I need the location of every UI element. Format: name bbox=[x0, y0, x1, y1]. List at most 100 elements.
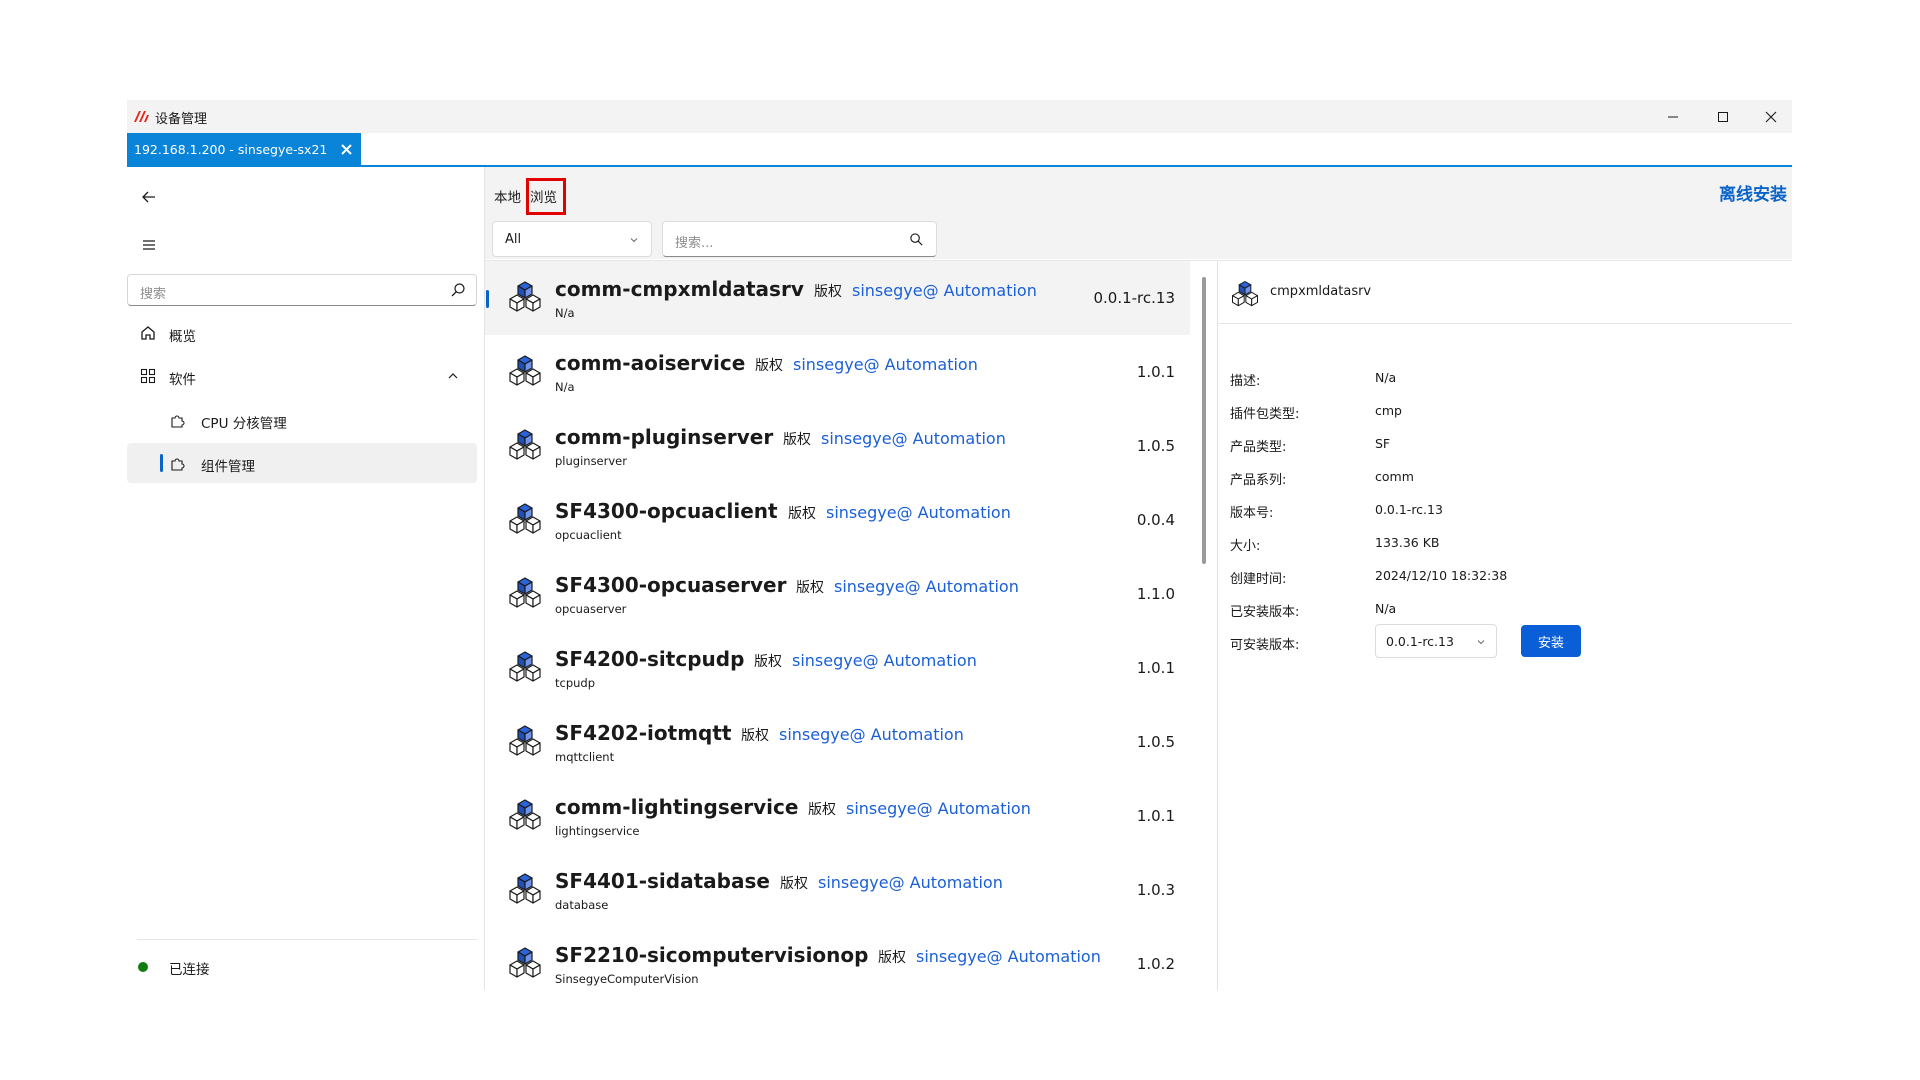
connection-status-dot bbox=[138, 962, 148, 972]
detail-value: SF bbox=[1375, 436, 1391, 451]
package-name: SF4202-iotmqtt bbox=[555, 721, 732, 745]
connection-tab[interactable]: 192.168.1.200 - sinsegye-sx21 bbox=[127, 133, 361, 166]
package-rights: 版权 bbox=[754, 654, 782, 670]
package-row[interactable]: SF4401-sidatabase 版权 sinsegye@ Automation d… bbox=[485, 853, 1190, 927]
package-rights: 版权 bbox=[780, 876, 808, 892]
category-filter-value: All bbox=[505, 232, 522, 247]
package-row[interactable]: SF2210-sicomputervisionop 版权 sinsegye@ Aut… bbox=[485, 927, 1190, 990]
package-name: comm-pluginserver bbox=[555, 425, 774, 449]
package-row[interactable]: SF4300-opcuaclient 版权 sinsegye@ Automation… bbox=[485, 483, 1190, 557]
sidebar-item-software[interactable]: 软件 bbox=[127, 356, 479, 396]
package-meta: 版权 sinsegye@ Automation bbox=[755, 355, 978, 375]
package-author-link[interactable]: sinsegye@ Automation bbox=[852, 281, 1037, 300]
puzzle-icon bbox=[171, 415, 185, 428]
detail-value: N/a bbox=[1375, 601, 1397, 616]
package-row[interactable]: SF4200-sitcpudp 版权 sinsegye@ Automation tcp… bbox=[485, 631, 1190, 705]
maximize-button[interactable] bbox=[1699, 100, 1747, 133]
detail-row-plugin-type: 插件包类型: cmp bbox=[1218, 399, 1792, 423]
package-cubes-icon bbox=[509, 281, 541, 312]
package-rights: 版权 bbox=[796, 580, 824, 596]
hamburger-menu-icon[interactable] bbox=[139, 235, 159, 255]
detail-row-installed-version: 已安装版本: N/a bbox=[1218, 597, 1792, 621]
package-version: 1.0.5 bbox=[1136, 437, 1175, 455]
sidebar-search-placeholder: 搜索 bbox=[140, 287, 167, 302]
package-author-link[interactable]: sinsegye@ Automation bbox=[818, 873, 1003, 892]
package-author-link[interactable]: sinsegye@ Automation bbox=[834, 577, 1019, 596]
package-version: 1.0.1 bbox=[1136, 659, 1175, 677]
package-cubes-icon bbox=[509, 725, 541, 756]
sidebar-search-input[interactable]: 搜索 bbox=[127, 274, 477, 306]
detail-label: 可安装版本: bbox=[1230, 638, 1300, 653]
package-author-link[interactable]: sinsegye@ Automation bbox=[792, 651, 977, 670]
installable-version-select[interactable]: 0.0.1-rc.13 bbox=[1375, 624, 1497, 658]
package-author-link[interactable]: sinsegye@ Automation bbox=[821, 429, 1006, 448]
package-name: SF4200-sitcpudp bbox=[555, 647, 745, 671]
tab-local[interactable]: 本地 bbox=[494, 186, 521, 206]
package-detail-panel: cmpxmldatasrv 描述: N/a 插件包类型: cmp 产品类型: S… bbox=[1218, 261, 1792, 990]
maximize-icon bbox=[1718, 111, 1728, 122]
detail-label: 产品类型: bbox=[1230, 440, 1287, 455]
detail-label: 大小: bbox=[1230, 539, 1261, 554]
detail-label: 产品系列: bbox=[1230, 473, 1287, 488]
detail-row-product-series: 产品系列: comm bbox=[1218, 465, 1792, 489]
puzzle-icon bbox=[171, 458, 185, 471]
category-filter-select[interactable]: All bbox=[492, 221, 652, 257]
package-version: 1.0.3 bbox=[1136, 881, 1175, 899]
package-subtitle: opcuaclient bbox=[555, 528, 622, 542]
minimize-button[interactable] bbox=[1649, 100, 1697, 133]
search-icon[interactable] bbox=[450, 282, 466, 298]
package-row[interactable]: comm-lightingservice 版权 sinsegye@ Automati… bbox=[485, 779, 1190, 853]
detail-label: 描述: bbox=[1230, 374, 1261, 389]
detail-row-description: 描述: N/a bbox=[1218, 366, 1792, 390]
package-search-input[interactable]: 搜索... bbox=[662, 221, 937, 257]
package-author-link[interactable]: sinsegye@ Automation bbox=[846, 799, 1031, 818]
package-subtitle: SinsegyeComputerVision bbox=[555, 972, 699, 986]
package-meta: 版权 sinsegye@ Automation bbox=[788, 503, 1011, 523]
close-window-button[interactable] bbox=[1747, 100, 1792, 133]
package-meta: 版权 sinsegye@ Automation bbox=[796, 577, 1019, 597]
package-author-link[interactable]: sinsegye@ Automation bbox=[793, 355, 978, 374]
sidebar-item-component-management[interactable]: 组件管理 bbox=[127, 443, 477, 483]
package-rights: 版权 bbox=[741, 728, 769, 744]
detail-label: 创建时间: bbox=[1230, 572, 1287, 587]
package-author-link[interactable]: sinsegye@ Automation bbox=[916, 947, 1101, 966]
package-meta: 版权 sinsegye@ Automation bbox=[754, 651, 977, 671]
package-row[interactable]: comm-pluginserver 版权 sinsegye@ Automation p… bbox=[485, 409, 1190, 483]
package-row[interactable]: SF4300-opcuaserver 版权 sinsegye@ Automation… bbox=[485, 557, 1190, 631]
detail-title: cmpxmldatasrv bbox=[1270, 284, 1372, 299]
device-manager-window: 设备管理 192.168.1.200 - sinsegye-sx21 搜索 概览… bbox=[127, 100, 1792, 990]
package-author-link[interactable]: sinsegye@ Automation bbox=[779, 725, 964, 744]
selected-indicator bbox=[160, 454, 163, 472]
app-logo-icon bbox=[134, 111, 149, 122]
close-icon[interactable] bbox=[339, 142, 354, 157]
package-row[interactable]: comm-cmpxmldatasrv 版权 sinsegye@ Automation… bbox=[485, 261, 1190, 335]
chevron-up-icon[interactable] bbox=[447, 370, 459, 382]
detail-label: 已安装版本: bbox=[1230, 605, 1300, 620]
search-icon[interactable] bbox=[909, 232, 924, 247]
detail-value: 0.0.1-rc.13 bbox=[1375, 502, 1443, 517]
sidebar-item-cpu-core-management[interactable]: CPU 分核管理 bbox=[127, 400, 479, 440]
package-search-placeholder: 搜索... bbox=[675, 236, 714, 251]
detail-row-created: 创建时间: 2024/12/10 18:32:38 bbox=[1218, 564, 1792, 588]
sidebar: 搜索 概览 软件 CPU 分核管理 组件管理 已连接 bbox=[127, 167, 479, 990]
package-author-link[interactable]: sinsegye@ Automation bbox=[826, 503, 1011, 522]
package-subtitle: lightingservice bbox=[555, 824, 640, 838]
back-arrow-icon[interactable] bbox=[139, 187, 159, 207]
package-name: SF4300-opcuaclient bbox=[555, 499, 778, 523]
offline-install-link[interactable]: 离线安装 bbox=[1719, 180, 1787, 205]
package-list-scrollbar[interactable] bbox=[1202, 277, 1206, 564]
package-name: comm-cmpxmldatasrv bbox=[555, 277, 804, 301]
minimize-icon bbox=[1668, 116, 1678, 117]
install-button[interactable]: 安装 bbox=[1521, 625, 1581, 657]
main-header bbox=[485, 167, 1792, 215]
package-name: comm-aoiservice bbox=[555, 351, 746, 375]
sidebar-item-overview[interactable]: 概览 bbox=[127, 313, 479, 353]
package-row[interactable]: SF4202-iotmqtt 版权 sinsegye@ Automation mqtt… bbox=[485, 705, 1190, 779]
title-bar: 设备管理 bbox=[127, 100, 1792, 133]
detail-row-installable-version: 可安装版本: bbox=[1218, 630, 1792, 654]
package-list: comm-cmpxmldatasrv 版权 sinsegye@ Automation… bbox=[485, 261, 1202, 990]
package-row[interactable]: comm-aoiservice 版权 sinsegye@ Automation N/a… bbox=[485, 335, 1190, 409]
detail-value: 2024/12/10 18:32:38 bbox=[1375, 568, 1508, 583]
connection-tab-bar bbox=[127, 133, 1792, 166]
sidebar-item-label: 软件 bbox=[169, 372, 196, 388]
